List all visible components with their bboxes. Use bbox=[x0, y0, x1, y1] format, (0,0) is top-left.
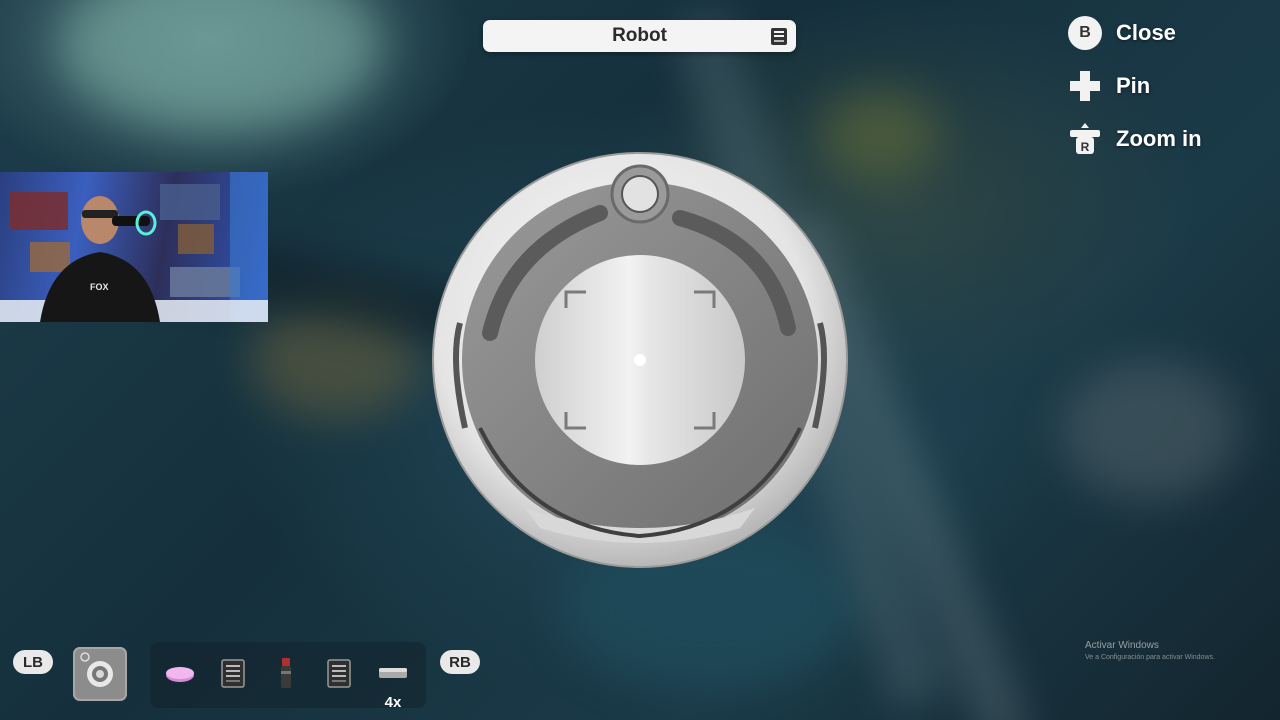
b-button-icon: B bbox=[1068, 16, 1102, 50]
webcam-overlay: FOX bbox=[0, 172, 268, 322]
item-stack-count: 4x bbox=[384, 694, 402, 711]
robot-item-icon bbox=[80, 652, 113, 687]
rb-button[interactable]: RB bbox=[440, 650, 480, 674]
zoom-in-control[interactable]: R Zoom in bbox=[1068, 121, 1202, 157]
item-name-bar: Robot bbox=[483, 20, 796, 52]
hotbar-slot-4[interactable] bbox=[321, 655, 357, 691]
windows-activation-watermark: Activar Windows bbox=[1085, 640, 1159, 651]
dpad-icon bbox=[1070, 71, 1100, 101]
pin-control[interactable]: Pin bbox=[1068, 68, 1150, 104]
hotbar-slot-1[interactable] bbox=[162, 655, 198, 691]
zoom-in-label: Zoom in bbox=[1116, 126, 1202, 151]
close-control[interactable]: B Close bbox=[1068, 15, 1176, 51]
robot-3d-model[interactable] bbox=[430, 148, 850, 568]
hotbar-slot-selected[interactable] bbox=[73, 647, 127, 701]
close-label: Close bbox=[1116, 20, 1176, 45]
hotbar-slot-2[interactable] bbox=[215, 655, 251, 691]
hotbar-slot-3[interactable] bbox=[268, 655, 304, 691]
svg-text:FOX: FOX bbox=[90, 282, 109, 292]
data-drive-item-icon bbox=[221, 659, 245, 688]
data-drive-item-icon bbox=[327, 659, 351, 688]
red-canister-item-icon bbox=[281, 658, 291, 688]
pink-disc-item-icon bbox=[166, 667, 194, 682]
svg-text:R: R bbox=[1081, 140, 1090, 154]
pin-label: Pin bbox=[1116, 73, 1151, 98]
book-icon[interactable] bbox=[770, 27, 788, 46]
right-stick-press-icon: R bbox=[1070, 123, 1100, 154]
item-title: Robot bbox=[612, 25, 667, 46]
metal-bar-item-icon bbox=[379, 668, 407, 678]
windows-activation-hint: Ve a Configuración para activar Windows. bbox=[1085, 654, 1215, 661]
lb-button[interactable]: LB bbox=[13, 650, 53, 674]
hotbar-slot-5[interactable] bbox=[375, 655, 411, 691]
